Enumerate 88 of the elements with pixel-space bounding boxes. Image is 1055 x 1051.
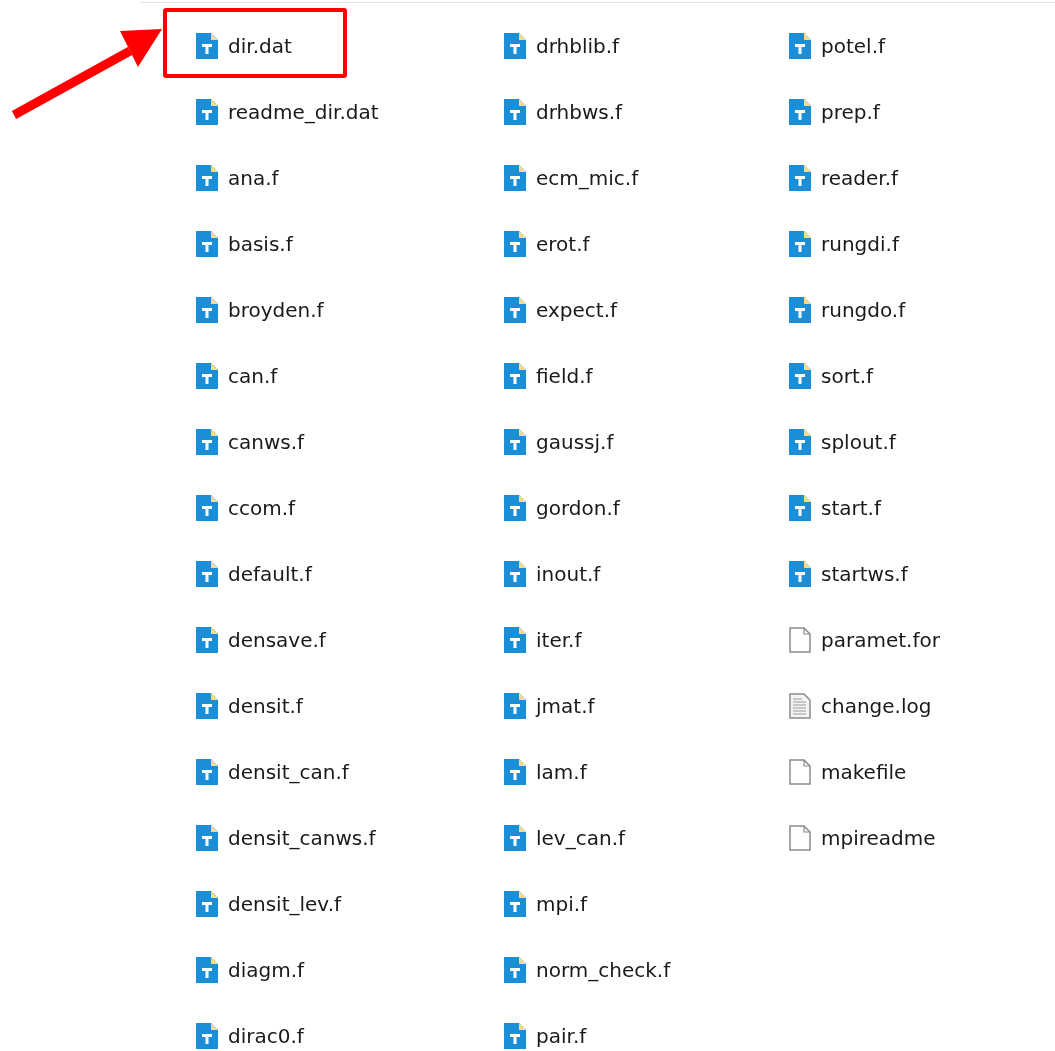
text-file-icon	[789, 165, 811, 191]
text-file-icon	[789, 429, 811, 455]
text-file-icon	[504, 231, 526, 257]
text-file-icon	[789, 231, 811, 257]
text-file-icon	[789, 495, 811, 521]
file-name[interactable]: densave.f	[228, 628, 326, 652]
text-file-icon	[504, 297, 526, 323]
file-name[interactable]: makefile	[821, 760, 907, 784]
text-file-icon	[789, 363, 811, 389]
text-file-icon	[196, 231, 218, 257]
file-name[interactable]: expect.f	[536, 298, 618, 322]
text-file-icon	[504, 429, 526, 455]
file-name[interactable]: reader.f	[821, 166, 899, 190]
text-lines-file-icon	[789, 693, 811, 719]
file-name[interactable]: change.log	[821, 694, 932, 718]
text-file-icon	[196, 825, 218, 851]
file-name[interactable]: diagm.f	[228, 958, 305, 982]
text-file-icon	[504, 165, 526, 191]
file-name[interactable]: dirac0.f	[228, 1024, 304, 1048]
file-name[interactable]: lam.f	[536, 760, 587, 784]
text-file-icon	[504, 825, 526, 851]
text-file-icon	[196, 297, 218, 323]
file-name[interactable]: rungdo.f	[821, 298, 906, 322]
file-name[interactable]: drhblib.f	[536, 34, 620, 58]
text-file-icon	[196, 363, 218, 389]
text-file-icon	[504, 759, 526, 785]
file-name[interactable]: densit_lev.f	[228, 892, 342, 916]
text-file-icon	[196, 627, 218, 653]
file-name[interactable]: norm_check.f	[536, 958, 671, 982]
text-file-icon	[196, 99, 218, 125]
text-file-icon	[504, 99, 526, 125]
text-file-icon	[504, 693, 526, 719]
text-file-icon	[789, 33, 811, 59]
file-name[interactable]: jmat.f	[536, 694, 595, 718]
file-name[interactable]: densit.f	[228, 694, 303, 718]
text-file-icon	[504, 891, 526, 917]
text-file-icon	[196, 33, 218, 59]
file-name[interactable]: drhbws.f	[536, 100, 623, 124]
text-file-icon	[504, 363, 526, 389]
text-file-icon	[196, 693, 218, 719]
file-name[interactable]: readme_dir.dat	[228, 100, 379, 124]
file-name[interactable]: gordon.f	[536, 496, 620, 520]
file-name[interactable]: startws.f	[821, 562, 908, 586]
file-name[interactable]: densit_canws.f	[228, 826, 376, 850]
file-name[interactable]: sort.f	[821, 364, 874, 388]
file-name[interactable]: basis.f	[228, 232, 293, 256]
file-name[interactable]: inout.f	[536, 562, 601, 586]
file-name[interactable]: ana.f	[228, 166, 279, 190]
file-name[interactable]: pair.f	[536, 1024, 587, 1048]
file-name[interactable]: field.f	[536, 364, 593, 388]
file-name[interactable]: gaussj.f	[536, 430, 614, 454]
text-file-icon	[504, 33, 526, 59]
file-name[interactable]: default.f	[228, 562, 312, 586]
blank-file-icon	[789, 825, 811, 851]
text-file-icon	[504, 495, 526, 521]
file-name[interactable]: ccom.f	[228, 496, 296, 520]
text-file-icon	[196, 561, 218, 587]
text-file-icon	[196, 429, 218, 455]
file-name[interactable]: erot.f	[536, 232, 590, 256]
text-file-icon	[196, 957, 218, 983]
blank-file-icon	[789, 627, 811, 653]
file-name[interactable]: rungdi.f	[821, 232, 899, 256]
text-file-icon	[504, 561, 526, 587]
blank-file-icon	[789, 759, 811, 785]
text-file-icon	[504, 627, 526, 653]
file-name[interactable]: paramet.for	[821, 628, 940, 652]
text-file-icon	[196, 495, 218, 521]
file-name[interactable]: ecm_mic.f	[536, 166, 639, 190]
text-file-icon	[196, 891, 218, 917]
file-name[interactable]: canws.f	[228, 430, 305, 454]
file-name[interactable]: densit_can.f	[228, 760, 349, 784]
file-name[interactable]: potel.f	[821, 34, 886, 58]
file-name[interactable]: splout.f	[821, 430, 896, 454]
file-name[interactable]: prep.f	[821, 100, 880, 124]
text-file-icon	[789, 561, 811, 587]
file-name[interactable]: lev_can.f	[536, 826, 626, 850]
file-name[interactable]: dir.dat	[228, 34, 292, 58]
file-name[interactable]: mpireadme	[821, 826, 936, 850]
file-name[interactable]: start.f	[821, 496, 881, 520]
text-file-icon	[196, 759, 218, 785]
text-file-icon	[196, 165, 218, 191]
file-name[interactable]: can.f	[228, 364, 278, 388]
file-name[interactable]: broyden.f	[228, 298, 324, 322]
file-name[interactable]: mpi.f	[536, 892, 588, 916]
text-file-icon	[789, 99, 811, 125]
text-file-icon	[789, 297, 811, 323]
text-file-icon	[504, 957, 526, 983]
file-name[interactable]: iter.f	[536, 628, 582, 652]
